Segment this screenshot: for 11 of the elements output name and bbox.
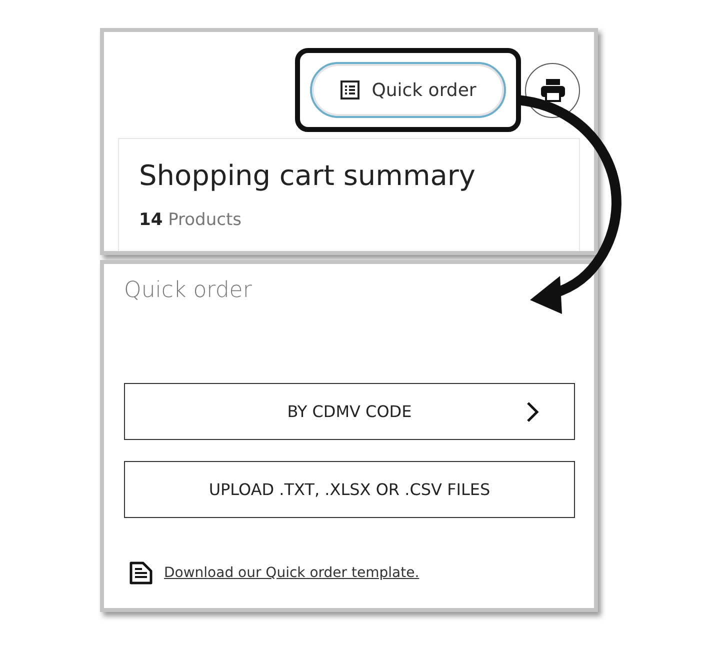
summary-title: Shopping cart summary [139, 159, 476, 192]
list-icon [340, 80, 360, 100]
printer-icon [540, 78, 566, 102]
option-button[interactable]: BY CDMV CODE [124, 383, 575, 440]
template-download-link[interactable]: Download our Quick order template. [164, 565, 420, 581]
panel-title: Quick order [124, 278, 253, 303]
option-button[interactable]: UPLOAD .TXT, .XLSX OR .CSV FILES [124, 461, 575, 518]
chevron-right-icon [526, 401, 540, 423]
quick-order-button[interactable]: Quick order [310, 62, 506, 118]
product-count: 14 Products [139, 210, 242, 230]
document-icon [128, 560, 154, 586]
